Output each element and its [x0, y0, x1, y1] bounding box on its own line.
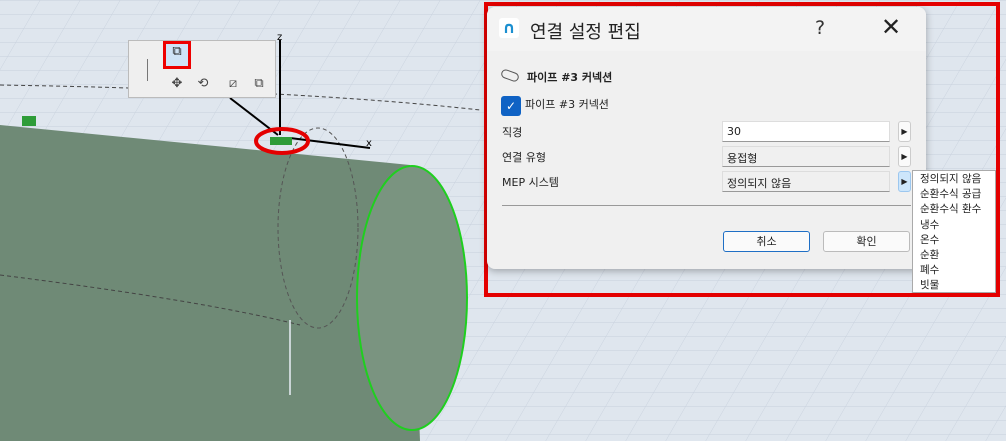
axis-x-label: x	[366, 138, 372, 149]
connection-type-select[interactable]: 용접형	[722, 146, 890, 167]
app-icon: ∩	[499, 18, 519, 38]
diameter-input[interactable]: 30	[722, 121, 890, 142]
split-icon[interactable]: ⧄	[223, 75, 243, 93]
axis-z-label: z	[277, 32, 282, 43]
connection-header: 파이프 #3 커넥션	[527, 71, 613, 84]
dropdown-option[interactable]: 빗물	[920, 278, 995, 293]
pipe-settings-icon: ⧉	[172, 44, 182, 59]
toolbar-separator	[147, 59, 148, 81]
dropdown-option[interactable]: 순환수식 환수	[920, 202, 995, 217]
pipe-icon	[500, 68, 520, 83]
dialog-title: 연결 설정 편집	[530, 22, 641, 43]
dialog-titlebar: ∩ 연결 설정 편집 ? ✕	[487, 7, 926, 51]
dropdown-option[interactable]: 폐수	[920, 263, 995, 278]
dropdown-option[interactable]: 냉수	[920, 218, 995, 233]
edit-connection-dialog: ∩ 연결 설정 편집 ? ✕ 파이프 #3 커넥션 ✓ 파이프 #3 커넥션 직…	[487, 7, 926, 269]
merge-icon[interactable]: ⧉	[249, 75, 269, 93]
rotate-icon[interactable]: ⟲	[193, 75, 213, 93]
connection-settings-button[interactable]: ⧉	[163, 41, 191, 69]
dropdown-option[interactable]: 온수	[920, 233, 995, 248]
divider	[502, 205, 911, 206]
move-icon[interactable]: ✥	[167, 75, 187, 93]
diameter-arrow-button[interactable]: ▶	[898, 121, 911, 142]
mep-system-arrow-button[interactable]: ▶	[898, 171, 911, 192]
connection-type-arrow-button[interactable]: ▶	[898, 146, 911, 167]
checkbox-label: 파이프 #3 커넥션	[525, 98, 609, 111]
dropdown-option[interactable]: 순환	[920, 248, 995, 263]
mep-system-select[interactable]: 정의되지 않음	[722, 171, 890, 192]
mep-system-label: MEP 시스템	[502, 176, 559, 189]
dropdown-option[interactable]: 순환수식 공급	[920, 187, 995, 202]
ok-button[interactable]: 확인	[823, 231, 910, 252]
cancel-button[interactable]: 취소	[723, 231, 810, 252]
mep-system-dropdown: 정의되지 않음 순환수식 공급 순환수식 환수 냉수 온수 순환 폐수 빗물	[912, 170, 996, 293]
dropdown-option[interactable]: 정의되지 않음	[920, 172, 995, 187]
connection-type-label: 연결 유형	[502, 151, 546, 164]
connection-checkbox[interactable]: ✓	[501, 96, 521, 116]
close-button[interactable]: ✕	[881, 13, 901, 41]
pet-palette: ⧉ ✥ ⟲ ⧄ ⧉	[128, 40, 276, 98]
connection-node[interactable]	[270, 137, 292, 145]
diameter-label: 직경	[502, 126, 523, 139]
pipe-end-face[interactable]	[356, 165, 468, 431]
help-button[interactable]: ?	[815, 17, 825, 39]
